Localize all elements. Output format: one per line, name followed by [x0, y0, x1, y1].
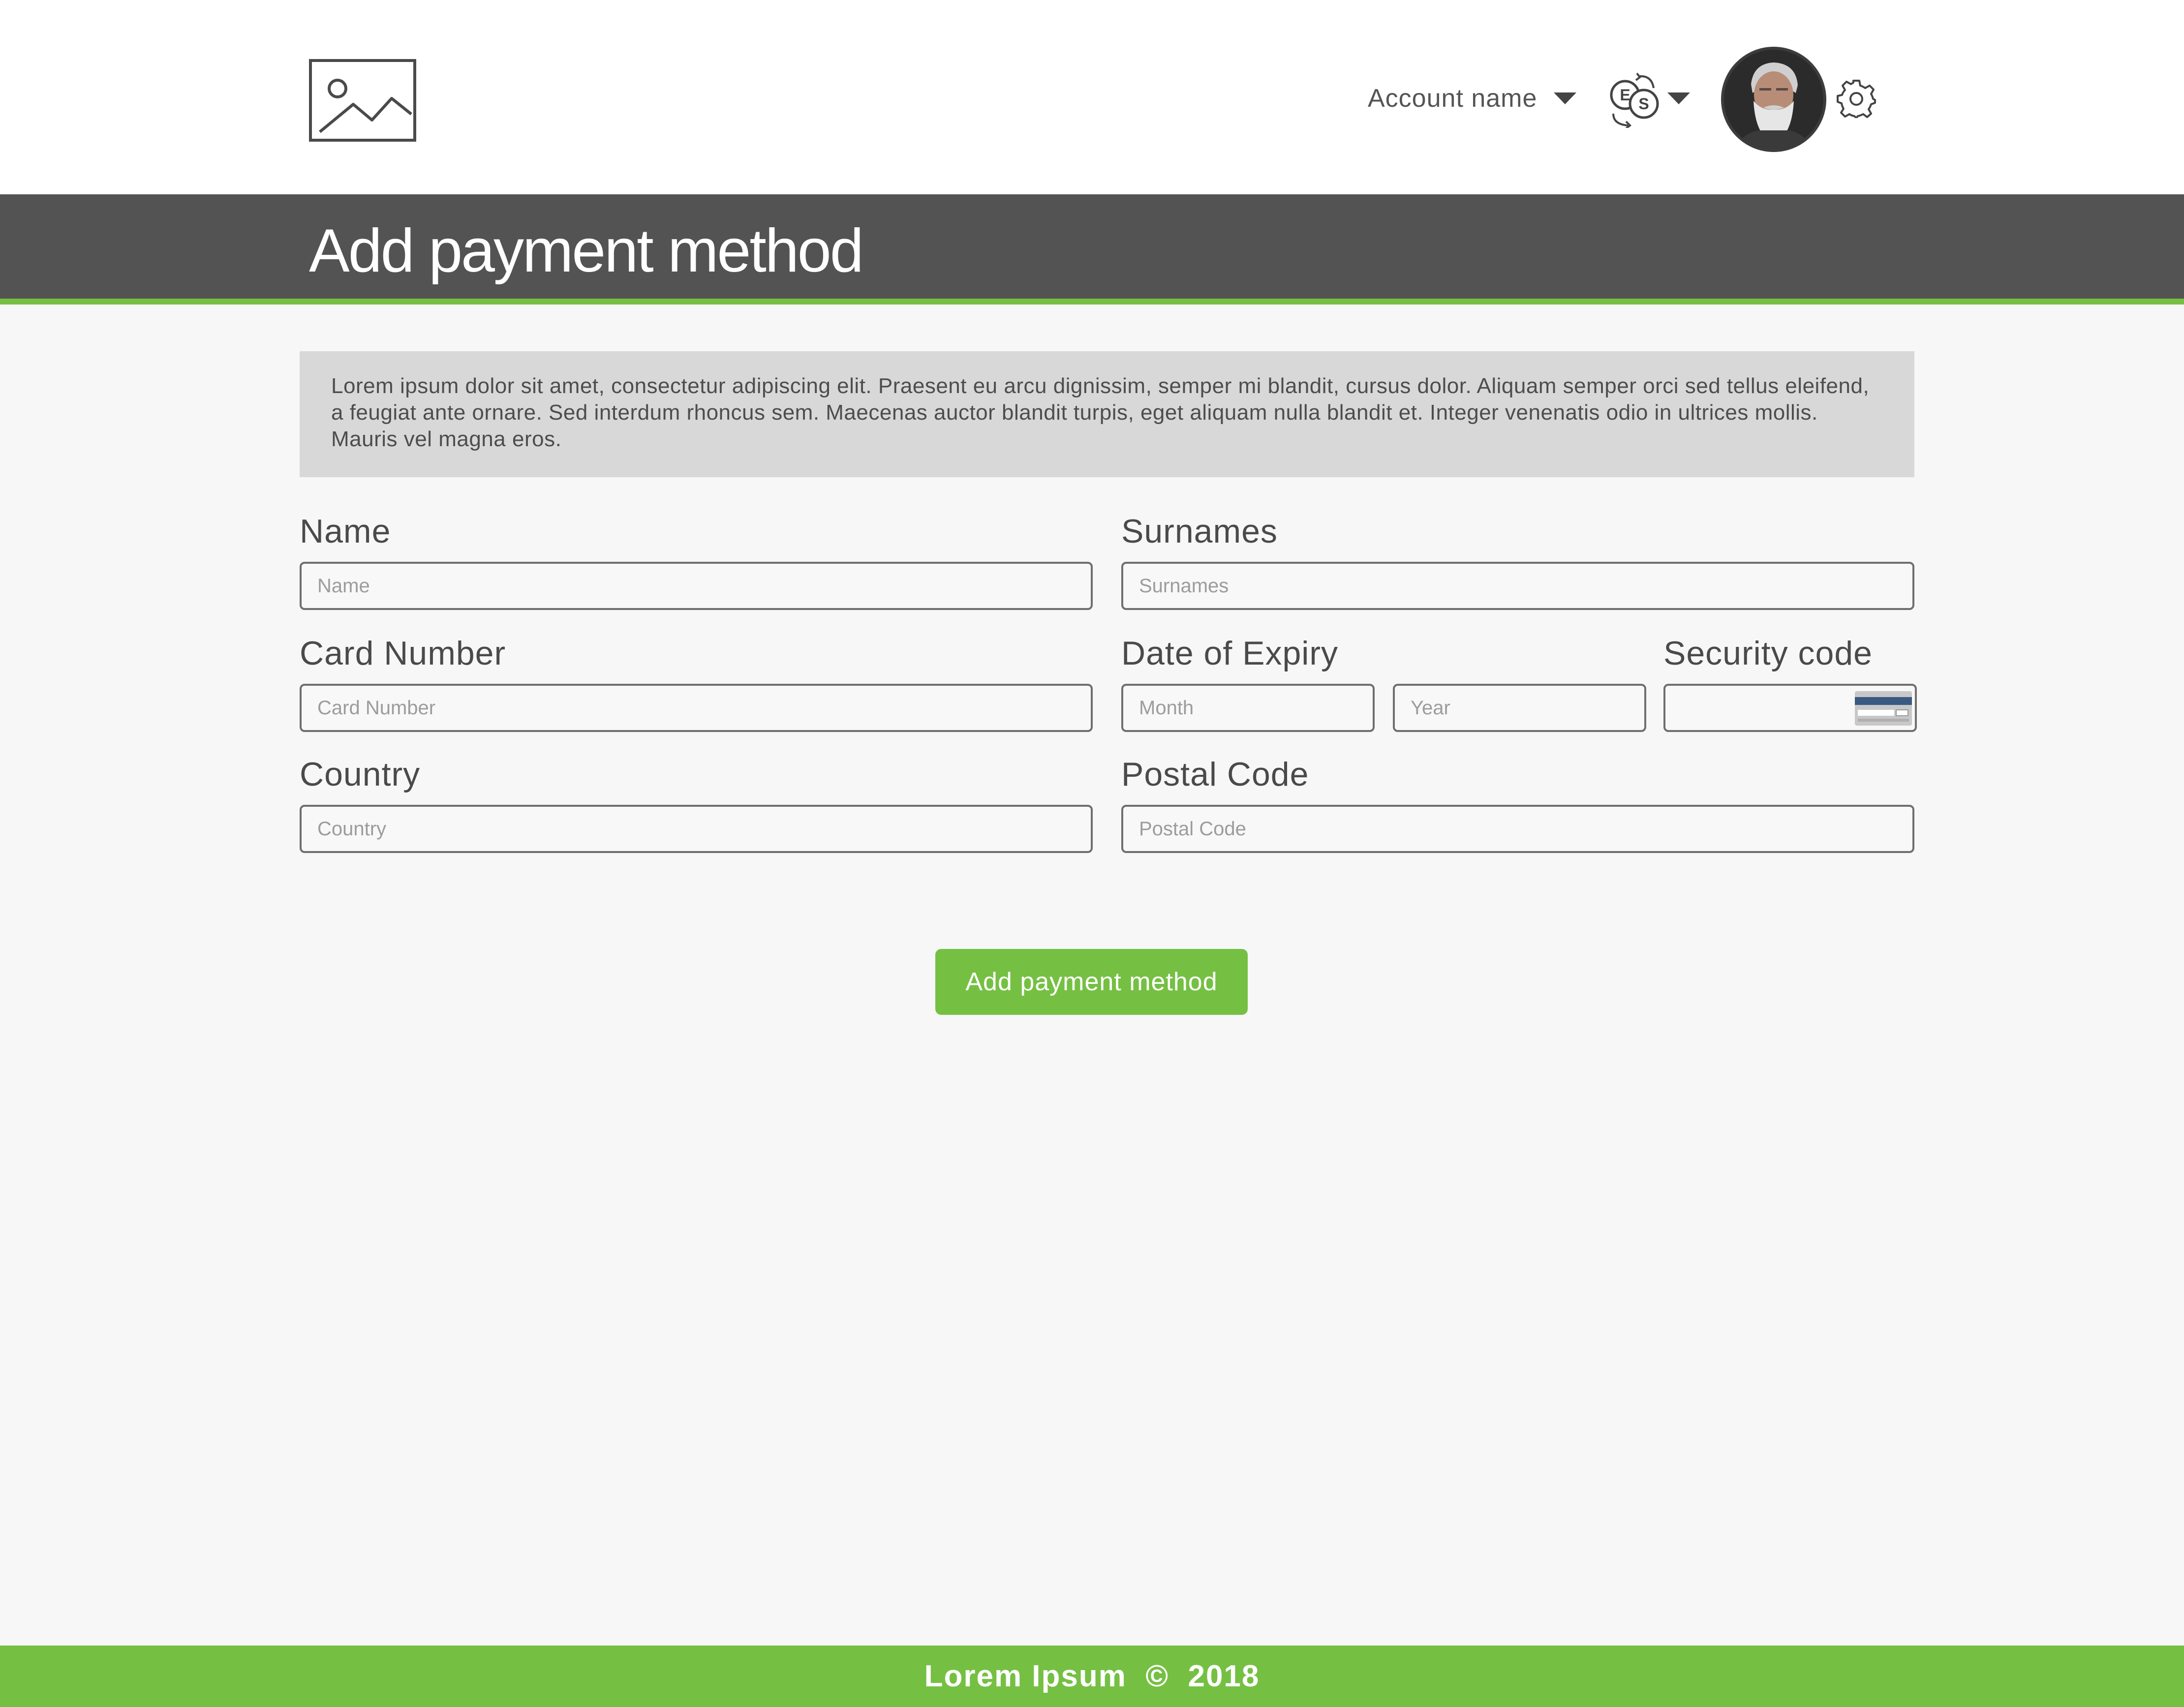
account-name: Account name — [1368, 84, 1538, 113]
page-title: Add payment method — [309, 217, 864, 285]
account-menu[interactable]: Account name — [1368, 79, 1577, 118]
card-cvc-icon — [1855, 691, 1912, 726]
country-field[interactable] — [300, 805, 1093, 853]
top-header: Account name E S — [0, 0, 2184, 194]
card-number-field[interactable] — [300, 684, 1093, 732]
user-avatar[interactable] — [1721, 47, 1826, 152]
expiry-month-field[interactable] — [1121, 684, 1375, 732]
footer-text: Lorem Ipsum © 2018 — [924, 1659, 1260, 1693]
security-code-label: Security code — [1663, 635, 1873, 672]
avatar-portrait — [1724, 50, 1823, 149]
chevron-down-icon — [1667, 92, 1690, 104]
surnames-field[interactable] — [1121, 562, 1914, 610]
gear-icon[interactable] — [1837, 79, 1876, 118]
add-payment-method-button[interactable]: Add payment method — [935, 949, 1248, 1015]
postal-code-label: Postal Code — [1121, 756, 1309, 793]
postal-code-field[interactable] — [1121, 805, 1914, 853]
info-notice: Lorem ipsum dolor sit amet, consectetur … — [300, 351, 1914, 477]
currency-exchange-icon: E S — [1610, 72, 1659, 128]
currency-symbol-s: S — [1638, 95, 1649, 113]
name-field[interactable] — [300, 562, 1093, 610]
name-label: Name — [300, 513, 391, 550]
expiry-year-field[interactable] — [1393, 684, 1646, 732]
expiry-label: Date of Expiry — [1121, 635, 1339, 672]
currency-selector[interactable]: E S — [1606, 71, 1695, 128]
card-number-label: Card Number — [300, 635, 506, 672]
surnames-label: Surnames — [1121, 513, 1278, 550]
image-placeholder-icon[interactable] — [309, 59, 416, 142]
footer: Lorem Ipsum © 2018 — [0, 1646, 2184, 1707]
chevron-down-icon — [1554, 92, 1577, 104]
country-label: Country — [300, 756, 421, 793]
currency-symbol-e: E — [1620, 86, 1630, 104]
